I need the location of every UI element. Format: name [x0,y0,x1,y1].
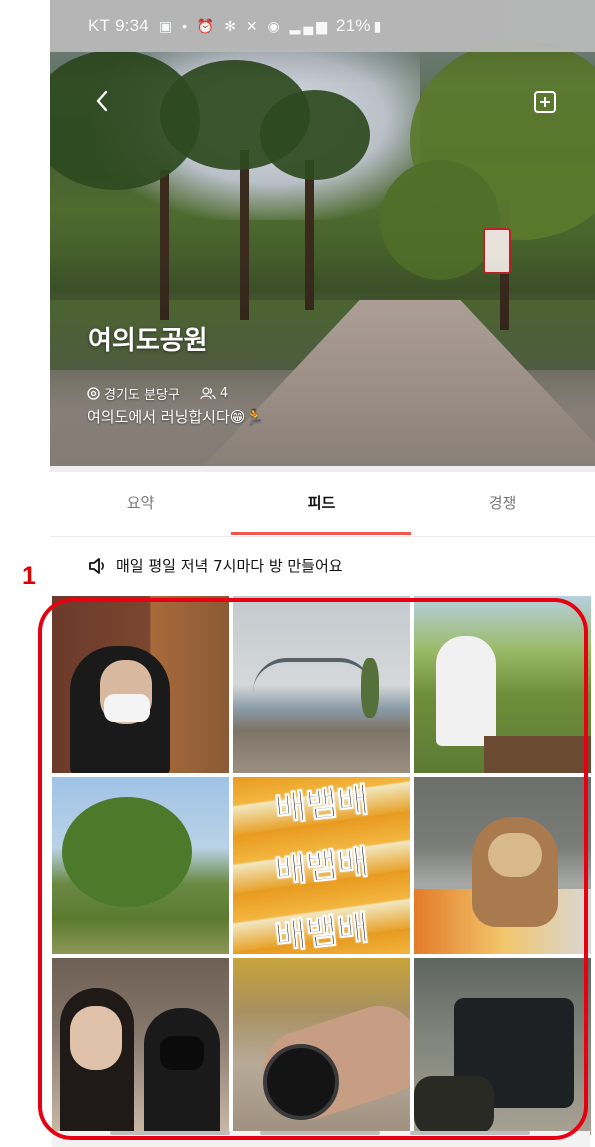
photo-bag [414,1076,494,1135]
photo-table [484,736,591,773]
feed-photo[interactable] [414,596,591,773]
snack-label: 배뱀배 [273,842,372,893]
notice-text: 매일 평일 저녁 7시마다 방 만들어요 [116,557,343,575]
photo-mask [160,1036,204,1070]
dot-icon: • [182,17,190,34]
active-tab-indicator [231,532,411,535]
bluetooth-icon: ✻ [224,17,239,34]
scroll-indicator [260,1131,380,1135]
annotation-number: 1 [22,562,36,590]
members-icon [200,387,216,400]
divider [50,466,595,472]
feed-photo[interactable] [233,958,410,1135]
status-icons: ▣ • ⏰ ✻ ✕ ◉ ▂▄▆ [159,18,330,35]
scroll-indicator [110,1131,230,1135]
tab-summary[interactable]: 요약 [50,492,231,513]
back-button[interactable] [90,88,114,114]
add-photo-button[interactable] [532,89,558,115]
photo-person [144,1008,220,1135]
photo-person [436,636,496,746]
tab-competition[interactable]: 경쟁 [412,492,593,513]
alarm-icon: ⏰ [196,17,218,34]
feed-photo[interactable] [52,958,229,1135]
feed-photo-grid: 배뱀배 배뱀배 배뱀배 [52,596,591,1136]
photo-watch [263,1044,339,1120]
room-location: 경기도 분당구 [104,388,180,403]
photo-bridge [253,658,373,692]
feed-photo[interactable] [233,596,410,773]
feed-photo[interactable]: 배뱀배 배뱀배 배뱀배 [233,777,410,954]
tab-bar: 요약 피드 경쟁 [50,466,595,537]
photo-puppy-face [488,833,542,877]
photo-face [70,1006,122,1070]
plus-square-icon [534,91,556,113]
feed-photo[interactable] [414,777,591,954]
notice-banner[interactable]: 매일 평일 저녁 7시마다 방 만들어요 [88,555,343,576]
feed-photo[interactable] [52,596,229,773]
chevron-left-icon [96,90,108,112]
snack-label: 배뱀배 [273,780,372,831]
status-bar: KT 9:34 ▣ • ⏰ ✻ ✕ ◉ ▂▄▆ 21% ▮ [50,0,595,52]
battery-level: 21% [336,16,371,35]
mute-icon: ✕ [245,17,261,34]
tab-feed[interactable]: 피드 [231,492,412,513]
speaker-icon [89,557,104,574]
room-description: 여의도에서 러닝합시다😁🏃 [87,408,265,426]
room-title: 여의도공원 [88,326,208,356]
carrier-label: KT [88,16,111,35]
location-icon: ◉ [267,17,283,34]
feed-photo[interactable] [52,777,229,954]
snack-label: 배뱀배 [273,908,372,954]
member-count: 4 [219,386,229,401]
scroll-indicator [410,1131,530,1135]
feed-photo[interactable] [414,958,591,1135]
room-meta: 경기도 분당구 4 [87,384,228,403]
signal-icon: ▂▄▆ [289,17,331,34]
photo-tree [361,658,379,718]
clock: 9:34 [115,16,149,35]
photo-tree [62,797,192,907]
battery-icon: ▮ [373,17,382,34]
image-icon: ▣ [158,17,176,34]
location-pin-icon [87,387,100,400]
photo-mask [104,694,150,722]
